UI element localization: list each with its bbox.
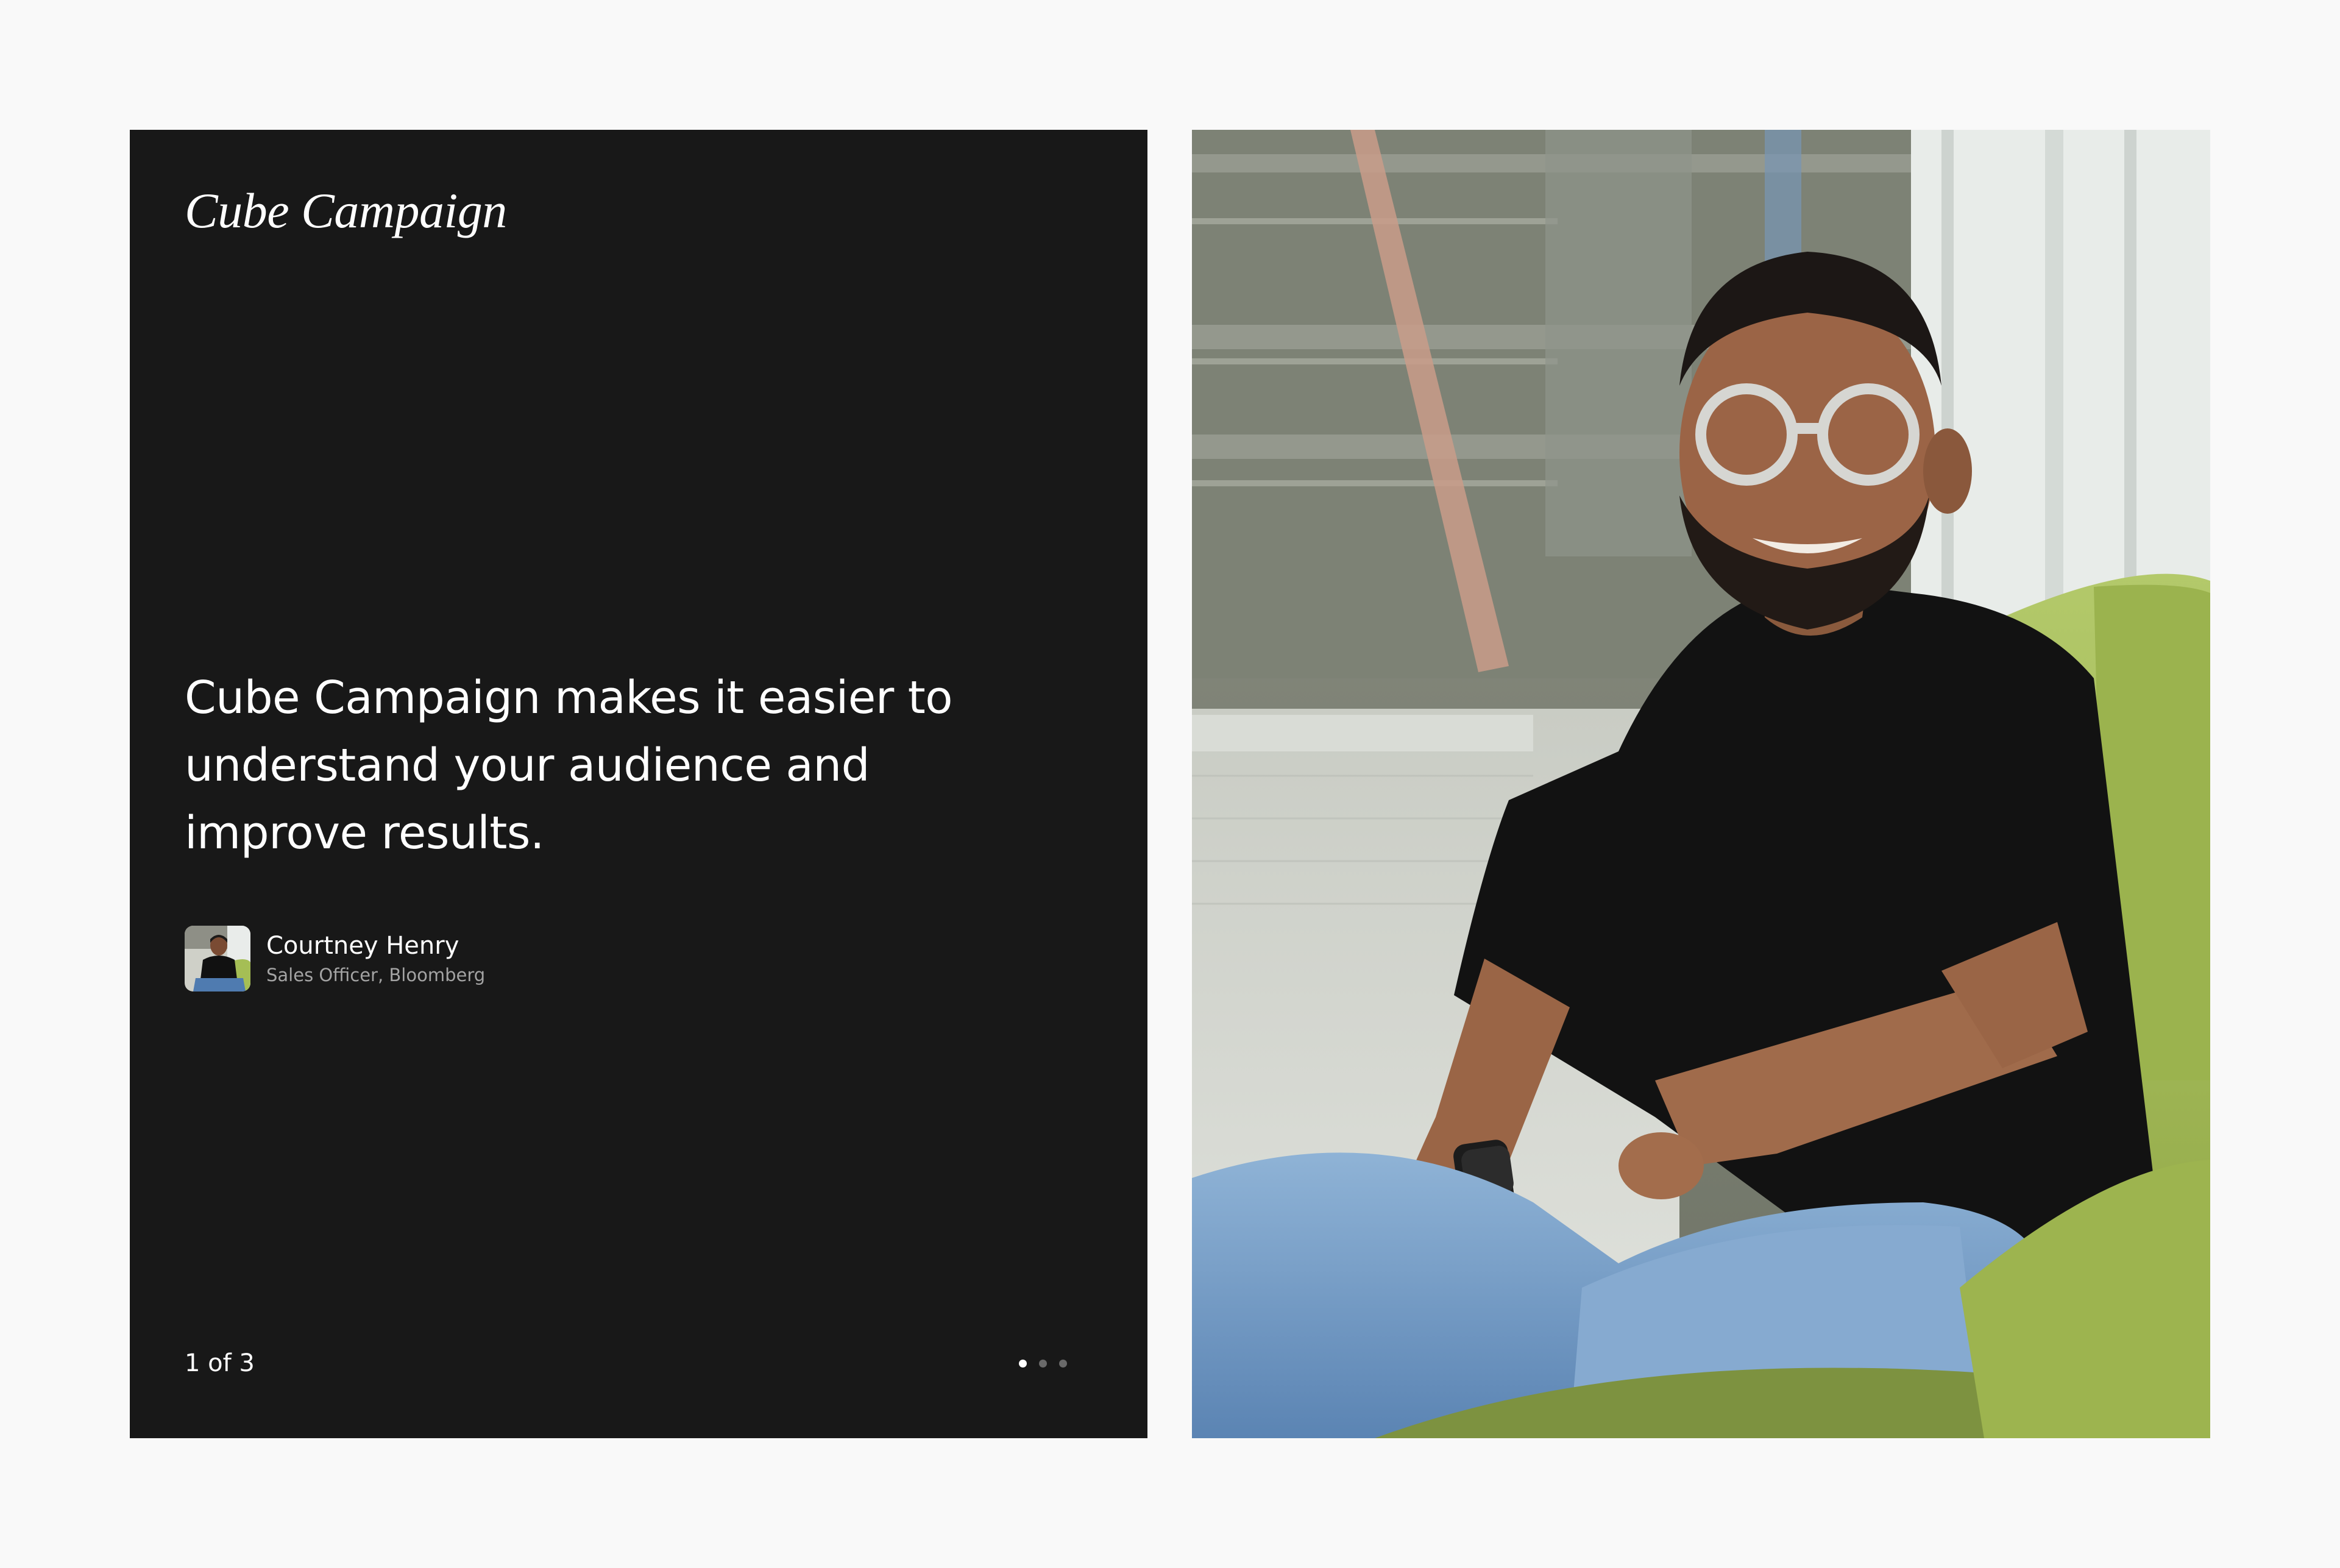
- person-photo-icon: [1192, 130, 2210, 1438]
- testimonial-quote: Cube Campaign makes it easier to underst…: [185, 672, 953, 859]
- pagination-dots: [1019, 1360, 1067, 1368]
- slide-counter: 1 of 3: [185, 1349, 255, 1377]
- author-name: Courtney Henry: [266, 932, 459, 960]
- pagination-dot-3[interactable]: [1059, 1360, 1067, 1368]
- author-role: Sales Officer, Bloomberg: [266, 965, 486, 985]
- avatar-photo-icon: [185, 926, 250, 992]
- brand-logo[interactable]: Cube Campaign: [185, 182, 507, 239]
- testimonial-photo: [1192, 130, 2210, 1438]
- testimonial-panel: Cube Campaign Cube Campaign makes it eas…: [130, 130, 1147, 1438]
- pagination-dot-1[interactable]: [1019, 1360, 1027, 1368]
- author-block: Courtney Henry Sales Officer, Bloomberg: [185, 925, 485, 992]
- author-avatar: [185, 926, 250, 992]
- pagination-dot-2[interactable]: [1039, 1360, 1047, 1368]
- author-info: Courtney Henry Sales Officer, Bloomberg: [266, 930, 485, 987]
